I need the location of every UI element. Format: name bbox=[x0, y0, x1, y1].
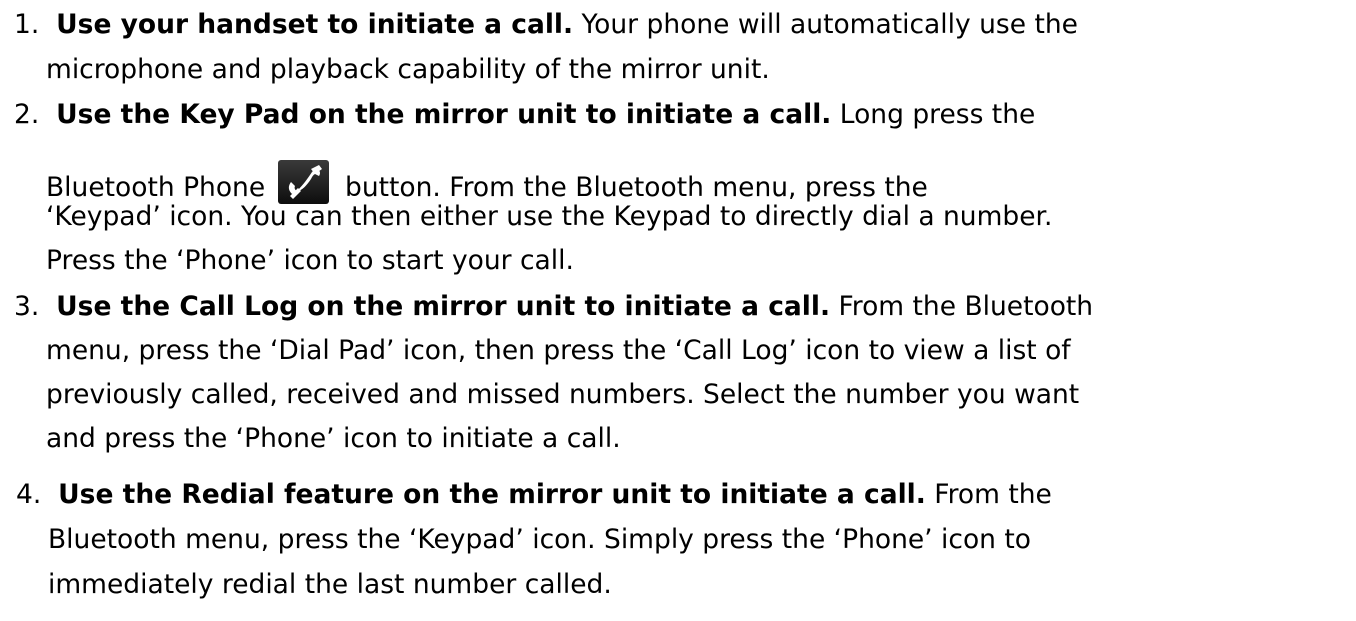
item-3-line-3: previously called, received and missed n… bbox=[46, 379, 1080, 410]
item-4-text-3: immediately redial the last number calle… bbox=[48, 569, 612, 600]
item-3-line-1: 3. Use the Call Log on the mirror unit t… bbox=[14, 291, 1094, 322]
item-1-heading: Use your handset to initiate a call. bbox=[56, 9, 574, 40]
item-2-text-1: Long press the bbox=[831, 99, 1036, 130]
phone-handset-icon bbox=[277, 160, 329, 204]
item-4-line-2: Bluetooth menu, press the ‘Keypad’ icon.… bbox=[48, 524, 1031, 555]
item-1-number: 1. bbox=[14, 9, 48, 40]
item-3-text-3: previously called, received and missed n… bbox=[46, 379, 1080, 410]
item-2-text-3: ‘Keypad’ icon. You can then either use t… bbox=[46, 201, 1053, 232]
item-3-heading: Use the Call Log on the mirror unit to i… bbox=[56, 291, 831, 322]
item-3-number: 3. bbox=[14, 291, 48, 322]
item-3-text-2: menu, press the ‘Dial Pad’ icon, then pr… bbox=[46, 335, 1071, 366]
item-1-text-2: microphone and playback capability of th… bbox=[46, 54, 770, 85]
item-2-heading: Use the Key Pad on the mirror unit to in… bbox=[56, 99, 832, 130]
item-2-text-2a: Bluetooth Phone bbox=[46, 172, 266, 203]
item-3-line-4: and press the ‘Phone’ icon to initiate a… bbox=[46, 423, 621, 454]
instructions-page: 1. Use your handset to initiate a call. … bbox=[0, 0, 1356, 621]
item-2-line-4: Press the ‘Phone’ icon to start your cal… bbox=[46, 245, 574, 276]
item-4-number: 4. bbox=[16, 479, 50, 510]
item-2-line-2: Bluetooth Phone button. From the Bluetoo… bbox=[46, 160, 928, 204]
item-4-line-3: immediately redial the last number calle… bbox=[48, 569, 612, 600]
item-4-line-1: 4. Use the Redial feature on the mirror … bbox=[16, 479, 1052, 510]
item-2-line-1: 2. Use the Key Pad on the mirror unit to… bbox=[14, 99, 1036, 130]
item-2-number: 2. bbox=[14, 99, 48, 130]
item-1-line-2: microphone and playback capability of th… bbox=[46, 54, 770, 85]
item-2-text-4: Press the ‘Phone’ icon to start your cal… bbox=[46, 245, 574, 276]
item-1-text-1: Your phone will automatically use the bbox=[573, 9, 1078, 40]
item-3-line-2: menu, press the ‘Dial Pad’ icon, then pr… bbox=[46, 335, 1071, 366]
item-2-line-3: ‘Keypad’ icon. You can then either use t… bbox=[46, 201, 1053, 232]
item-2-text-2b: button. From the Bluetooth menu, press t… bbox=[345, 172, 928, 203]
item-4-text-1: From the bbox=[925, 479, 1052, 510]
item-4-text-2: Bluetooth menu, press the ‘Keypad’ icon.… bbox=[48, 524, 1031, 555]
item-3-text-1: From the Bluetooth bbox=[830, 291, 1094, 322]
item-3-text-4: and press the ‘Phone’ icon to initiate a… bbox=[46, 423, 621, 454]
item-4-heading: Use the Redial feature on the mirror uni… bbox=[58, 479, 926, 510]
item-1-line-1: 1. Use your handset to initiate a call. … bbox=[14, 9, 1078, 40]
